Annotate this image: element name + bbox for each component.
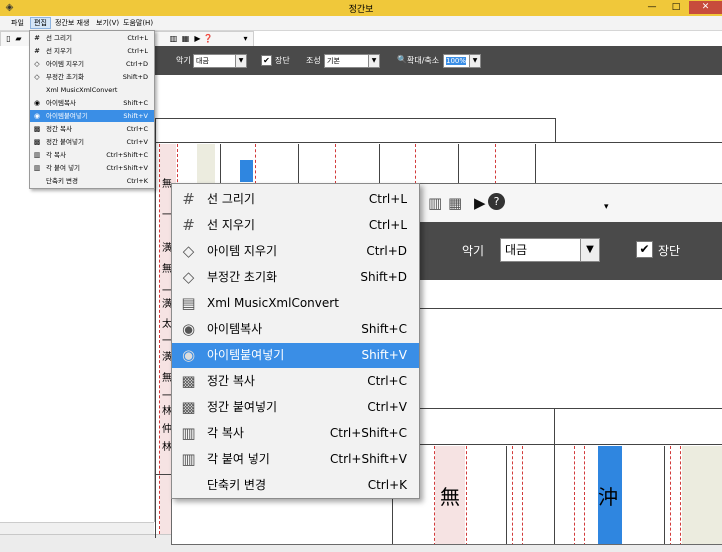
- eraser-icon: ◇: [34, 60, 40, 68]
- menu-item-draw-line[interactable]: # 선 그리기 Ctrl+L: [30, 32, 154, 44]
- help-icon[interactable]: ❓: [203, 34, 213, 43]
- jangdan-label: 장단: [658, 244, 681, 258]
- title-bar: ◈ 정간보 — □ ✕: [0, 0, 722, 17]
- key-value: 기본: [327, 57, 340, 65]
- menu-item-delete-item[interactable]: ◇ 아이템 지우기 Ctrl+D: [30, 58, 154, 70]
- score-note: 無: [440, 485, 460, 509]
- grid-draw-icon: #: [34, 34, 40, 42]
- copy-cell-icon: ▩: [33, 125, 41, 133]
- menu-item-copy-cell[interactable]: ▩ 정간 복사 Ctrl+C: [30, 123, 154, 135]
- chevron-down-icon: ▼: [580, 239, 599, 261]
- menu-item-reset[interactable]: ◇ 부정간 초기화 Shift+D: [172, 265, 419, 290]
- key-label: 조성: [306, 56, 321, 65]
- instrument-select[interactable]: 대금 ▼: [500, 238, 600, 262]
- menu-edit[interactable]: 편집: [30, 17, 51, 29]
- toolbar-overflow-icon[interactable]: ▾: [604, 202, 609, 212]
- close-button[interactable]: ✕: [689, 1, 722, 14]
- menu-item-paste-gak[interactable]: ▥ 각 붙여 넣기 Ctrl+Shift+V: [30, 162, 154, 174]
- menu-bar: 파일 편집 정간보 재생 보기(V) 도움말(H): [0, 16, 722, 31]
- edit-menu: # 선 그리기 Ctrl+L # 선 지우기 Ctrl+L ◇ 아이템 지우기 Ctrl+D…: [171, 183, 420, 499]
- copy-cell-icon: ▩: [181, 372, 196, 390]
- menu-item-paste-gak[interactable]: ▥ 각 붙여 넣기 Ctrl+Shift+V: [172, 447, 419, 472]
- key-select[interactable]: 기본 ▼: [324, 54, 380, 68]
- grid-draw-icon: #: [182, 190, 195, 208]
- edit-menu-small: # 선 그리기 Ctrl+L # 선 지우기 Ctrl+L ◇ 아이템 지우기 Ctrl+D…: [29, 30, 155, 189]
- instrument-label: 악기: [176, 56, 191, 65]
- paste-cell-icon: ▩: [181, 398, 196, 416]
- paste-cell-icon: ▩: [33, 138, 41, 146]
- menu-view[interactable]: 보기(V): [93, 17, 122, 29]
- grid-erase-icon: #: [182, 216, 195, 234]
- window-title: 정간보: [348, 5, 374, 15]
- jangdan-checkbox[interactable]: ✔: [636, 241, 653, 258]
- instrument-label: 악기: [462, 244, 485, 258]
- help-icon[interactable]: ?: [488, 193, 505, 210]
- copy-gak-icon: ▥: [33, 151, 41, 159]
- zoom-icon: 🔍: [397, 55, 407, 64]
- menu-item-xml-convert[interactable]: ▤ Xml MusicXmlConvert: [172, 291, 419, 316]
- menu-item-copy-item[interactable]: ◉ 아이템복사 Shift+C: [172, 317, 419, 342]
- copy-gak-icon[interactable]: ▥: [428, 194, 442, 212]
- zoom-select[interactable]: 100% ▼: [443, 54, 481, 68]
- paste-gak-icon: ▥: [33, 164, 41, 172]
- menu-item-copy-gak[interactable]: ▥ 각 복사 Ctrl+Shift+C: [30, 149, 154, 161]
- options-bar: 악기 대금 ▼ ✔ 장단 조성 기본 ▼ 🔍 확대/축소 100% ▼: [154, 46, 722, 75]
- chevron-down-icon: ▼: [368, 55, 379, 67]
- score-note: 沖: [598, 485, 618, 509]
- play-icon[interactable]: ▶: [474, 194, 486, 212]
- chevron-down-icon: ▼: [469, 55, 480, 67]
- menu-item-xml-convert[interactable]: Xml MusicXmlConvert: [30, 84, 154, 96]
- eraser-icon: ◇: [182, 242, 195, 260]
- menu-playback[interactable]: 정간보 재생: [52, 17, 92, 29]
- menu-item-erase-line[interactable]: # 선 지우기 Ctrl+L: [172, 213, 419, 238]
- menu-item-draw-line[interactable]: # 선 그리기 Ctrl+L: [172, 187, 419, 212]
- menu-item-paste-cell[interactable]: ▩ 정간 붙여넣기 Ctrl+V: [172, 395, 419, 420]
- play-icon[interactable]: ▶: [193, 34, 202, 43]
- grid-erase-icon: #: [34, 47, 40, 55]
- open-folder-icon[interactable]: ▰: [14, 34, 23, 43]
- chevron-down-icon: ▼: [235, 55, 246, 67]
- instrument-value: 대금: [505, 243, 528, 257]
- menu-item-copy-gak[interactable]: ▥ 각 복사 Ctrl+Shift+C: [172, 421, 419, 446]
- menu-item-paste-item[interactable]: ◉ 아이템붙여넣기 Shift+V: [172, 343, 419, 368]
- paste-item-icon: ◉: [33, 112, 41, 120]
- menu-item-paste-cell[interactable]: ▩ 정간 붙여넣기 Ctrl+V: [30, 136, 154, 148]
- copy-gak-icon: ▥: [181, 424, 196, 442]
- selected-cell[interactable]: [240, 160, 253, 182]
- menu-item-reset[interactable]: ◇ 부정간 초기화 Shift+D: [30, 71, 154, 83]
- new-file-icon[interactable]: ▯: [4, 34, 13, 43]
- paste-gak-icon[interactable]: ▦: [448, 194, 462, 212]
- menu-item-shortcut-change[interactable]: 단축키 변경 Ctrl+K: [172, 473, 419, 498]
- paste-gak-icon[interactable]: ▦: [181, 34, 190, 43]
- menu-help[interactable]: 도움말(H): [120, 17, 156, 29]
- menu-item-delete-item[interactable]: ◇ 아이템 지우기 Ctrl+D: [172, 239, 419, 264]
- menu-item-erase-line[interactable]: # 선 지우기 Ctrl+L: [30, 45, 154, 57]
- toolbar-overflow-icon[interactable]: ▾: [241, 34, 250, 43]
- xml-convert-icon: ▤: [181, 294, 196, 312]
- menu-file[interactable]: 파일: [8, 17, 27, 29]
- copy-gak-icon[interactable]: ▥: [169, 34, 178, 43]
- paste-gak-icon: ▥: [181, 450, 196, 468]
- menu-item-copy-item[interactable]: ◉ 아이템복사 Shift+C: [30, 97, 154, 109]
- zoom-label: 확대/축소: [407, 56, 440, 65]
- jangdan-label: 장단: [275, 56, 290, 65]
- instrument-select[interactable]: 대금 ▼: [193, 54, 247, 68]
- instrument-value: 대금: [196, 57, 209, 65]
- menu-item-shortcut-change[interactable]: 단축키 변경 Ctrl+K: [30, 175, 154, 187]
- menu-item-paste-item[interactable]: ◉ 아이템붙여넣기 Shift+V: [30, 110, 154, 122]
- reset-icon: ◇: [34, 73, 40, 81]
- zoom-value: 100%: [446, 57, 467, 65]
- jangdan-checkbox[interactable]: ✔: [261, 55, 272, 66]
- maximize-button[interactable]: □: [664, 1, 688, 14]
- reset-icon: ◇: [182, 268, 195, 286]
- copy-item-icon: ◉: [181, 320, 196, 338]
- copy-item-icon: ◉: [33, 99, 41, 107]
- menu-item-copy-cell[interactable]: ▩ 정간 복사 Ctrl+C: [172, 369, 419, 394]
- paste-item-icon: ◉: [181, 346, 196, 364]
- minimize-button[interactable]: —: [640, 1, 664, 14]
